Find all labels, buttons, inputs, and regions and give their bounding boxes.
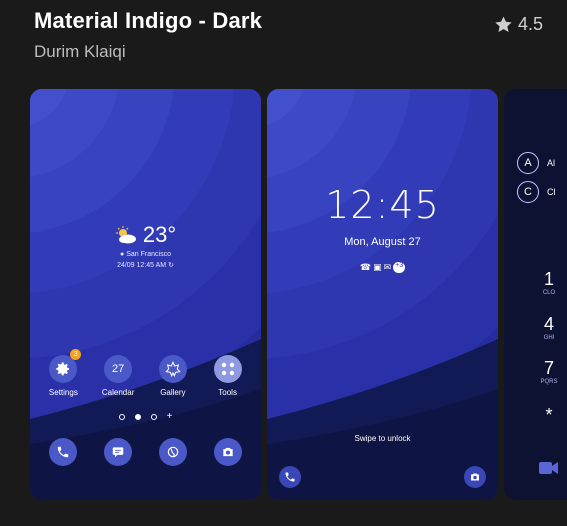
app-tools[interactable]: Tools [202, 355, 254, 397]
tools-icon [213, 355, 242, 383]
key-digit: 4 [543, 314, 554, 334]
messages-icon[interactable] [104, 438, 133, 466]
lock-date: Mon, August 27 [344, 236, 421, 248]
weather-widget[interactable]: 23° ● San Francisco 24/09 12:45 AM ↻ [30, 222, 261, 269]
page-dot[interactable] [118, 414, 125, 420]
browser-icon[interactable] [158, 438, 187, 466]
weather-location: ● San Francisco [30, 251, 261, 258]
camera-icon[interactable] [213, 438, 242, 466]
add-page-icon[interactable]: + [167, 412, 173, 422]
weather-datetime: 24/09 12:45 AM ↻ [30, 261, 261, 269]
missed-call-icon: ☎ [359, 262, 372, 272]
star-icon [495, 16, 512, 32]
page-dot-active[interactable] [134, 414, 141, 420]
app-label: Gallery [160, 388, 186, 397]
more-notifications-count: +3 [393, 262, 406, 273]
key-letters: CLO [542, 290, 556, 296]
app-label: Tools [218, 388, 237, 397]
key-digit: 1 [543, 269, 554, 289]
message-icon: ▣ [373, 262, 382, 272]
app-label: Calendar [101, 388, 135, 397]
email-icon: ✉ [383, 262, 392, 272]
dock [30, 438, 261, 466]
app-calendar[interactable]: 27 Calendar [92, 355, 144, 397]
dial-key-star[interactable]: * [539, 405, 559, 426]
contact-item[interactable]: A Al [517, 152, 555, 174]
notification-icons: ☎ ▣ ✉ +3 [267, 262, 498, 273]
key-digit: 7 [543, 358, 554, 378]
partly-cloudy-icon [115, 226, 136, 244]
lock-clock: 12:45 [325, 183, 440, 227]
rating-value: 4.5 [517, 14, 543, 34]
datetime-label: 24/09 12:45 AM [117, 262, 167, 269]
screenshot-home[interactable]: 23° ● San Francisco 24/09 12:45 AM ↻ 3 S… [30, 89, 261, 500]
page-indicator: + [30, 412, 261, 422]
contact-avatar: C [517, 181, 539, 203]
dial-key-4[interactable]: 4 GHI [539, 314, 559, 341]
key-letters: PQRS [540, 379, 558, 385]
key-letters: GHI [543, 335, 555, 341]
app-label: Settings [48, 388, 78, 397]
contact-item[interactable]: C Cl [517, 181, 556, 203]
key-digit: * [545, 405, 553, 425]
app-settings[interactable]: 3 Settings [37, 349, 89, 397]
contact-name: Cl [547, 187, 556, 197]
dial-key-7[interactable]: 7 PQRS [539, 358, 559, 385]
phone-shortcut-icon[interactable] [279, 466, 301, 488]
dial-key-1[interactable]: 1 CLO [539, 269, 559, 296]
location-label: San Francisco [126, 251, 171, 258]
app-row: 3 Settings 27 Calendar Gallery Tools [30, 349, 261, 397]
temperature: 23° [142, 222, 177, 247]
phone-icon[interactable] [49, 438, 78, 466]
app-gallery[interactable]: Gallery [147, 355, 199, 397]
gallery-icon [158, 355, 187, 383]
rating: 4.5 [494, 14, 543, 35]
location-pin-icon: ● [120, 251, 125, 258]
page-dot[interactable] [150, 414, 157, 420]
refresh-icon: ↻ [168, 262, 174, 269]
screenshot-lockscreen[interactable]: 12:45 Mon, August 27 ☎ ▣ ✉ +3 Swipe to u… [267, 89, 498, 500]
screenshot-dialer[interactable]: A Al C Cl 1 CLO 4 GHI 7 PQRS * [504, 89, 567, 500]
contact-avatar: A [517, 152, 539, 174]
video-call-icon[interactable] [539, 461, 559, 480]
notification-badge: 3 [70, 349, 82, 360]
swipe-hint: Swipe to unlock [354, 434, 411, 443]
app-title: Material Indigo - Dark [34, 8, 263, 33]
camera-shortcut-icon[interactable] [464, 466, 486, 488]
contact-name: Al [547, 158, 556, 168]
app-listing-page: Material Indigo - Dark Durim Klaiqi 4.5 [0, 0, 567, 526]
calendar-icon: 27 [104, 355, 133, 383]
developer-name[interactable]: Durim Klaiqi [34, 42, 126, 62]
